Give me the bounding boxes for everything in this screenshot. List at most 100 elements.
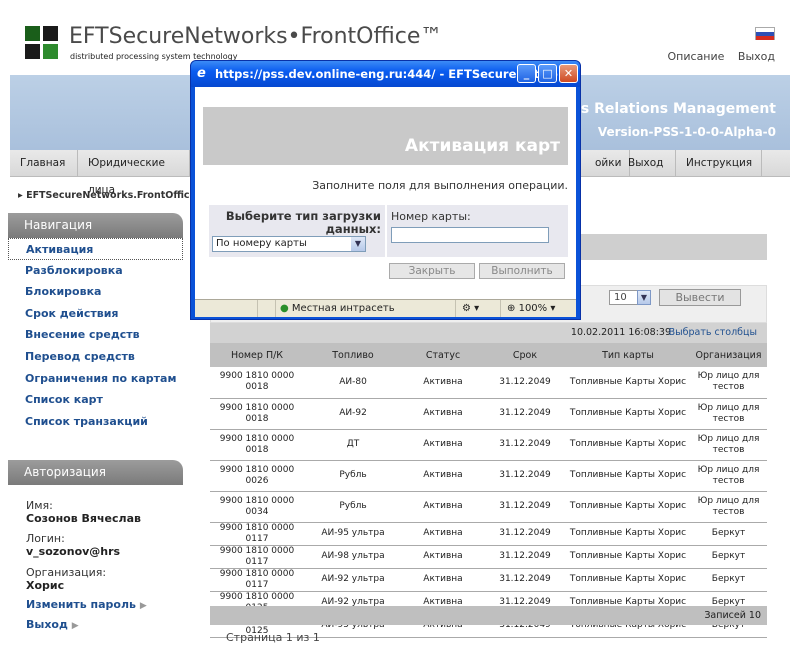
col-status[interactable]: Статус bbox=[402, 343, 484, 367]
sidebar-item-transfer[interactable]: Перевод средств bbox=[8, 346, 183, 368]
cell-expiry: 31.12.2049 bbox=[484, 522, 566, 546]
cell-card-type: Топливные Карты Хорис bbox=[566, 545, 690, 569]
table-info-bar: 10.02.2011 16:08:39 Выбрать столбцы bbox=[210, 323, 767, 343]
org-value: Хорис bbox=[26, 579, 65, 592]
cell-organization: Юр лицо для тестов bbox=[690, 398, 767, 430]
cell-status: Активна bbox=[402, 545, 484, 569]
table-row[interactable]: 9900 1810 0000 0026 Рубль Активна 31.12.204… bbox=[210, 460, 767, 492]
arrow-right-icon: ▶ bbox=[139, 601, 147, 611]
popup-header-panel: Активация карт bbox=[203, 107, 568, 165]
cell-fuel: АИ-92 ультра bbox=[304, 568, 402, 592]
choose-columns-link[interactable]: Выбрать столбцы bbox=[669, 327, 757, 338]
sidebar-item-deposit[interactable]: Внесение средств bbox=[8, 324, 183, 346]
col-card-type[interactable]: Тип карты bbox=[566, 343, 690, 367]
cards-table: Номер П/К Топливо Статус Срок Тип карты … bbox=[210, 343, 767, 638]
breadcrumb[interactable]: ▸ EFTSecureNetworks.FrontOffice bbox=[18, 190, 196, 201]
cell-status: Активна bbox=[402, 491, 484, 523]
sidebar-item-card-limits[interactable]: Ограничения по картам bbox=[8, 368, 183, 390]
sidebar-nav-title: Навигация bbox=[8, 213, 183, 238]
sidebar-item-block[interactable]: Блокировка bbox=[8, 281, 183, 303]
nav-instructions[interactable]: Инструкция bbox=[676, 150, 762, 177]
load-type-select[interactable]: По номеру карты ▼ bbox=[212, 236, 366, 252]
cell-organization: Юр лицо для тестов bbox=[690, 429, 767, 461]
minimize-button[interactable]: _ bbox=[517, 64, 536, 83]
table-row[interactable]: 9900 1810 0000 0034 Рубль Активна 31.12.204… bbox=[210, 491, 767, 523]
nav-home[interactable]: Главная bbox=[10, 150, 78, 177]
app-title: EFTSecureNetworks•FrontOffice™ bbox=[69, 24, 443, 49]
close-window-button[interactable]: ✕ bbox=[559, 64, 578, 83]
popup-body: Активация карт Заполните поля для выполн… bbox=[195, 87, 576, 299]
popup-window: e https://pss.dev.online-eng.ru:444/ - E… bbox=[190, 60, 581, 320]
sidebar-item-unblock[interactable]: Разблокировка bbox=[8, 260, 183, 282]
show-button[interactable]: Вывести bbox=[659, 289, 741, 306]
popup-titlebar[interactable]: e https://pss.dev.online-eng.ru:444/ - E… bbox=[191, 61, 580, 87]
card-number-input[interactable] bbox=[391, 227, 549, 243]
sidebar-item-card-list[interactable]: Список карт bbox=[8, 389, 183, 411]
table-row[interactable]: 9900 1810 0000 0018 ДТ Активна 31.12.2049 То… bbox=[210, 429, 767, 461]
zoom-icon: ⊕ bbox=[507, 303, 516, 314]
col-fuel[interactable]: Топливо bbox=[304, 343, 402, 367]
table-row[interactable]: 9900 1810 0000 0117 АИ-92 ультра Активна 31… bbox=[210, 568, 767, 592]
popup-hint: Заполните поля для выполнения операции. bbox=[312, 179, 568, 192]
nav-logout[interactable]: Выход bbox=[618, 150, 676, 177]
cell-card-number: 9900 1810 0000 0018 bbox=[210, 398, 304, 430]
header-logout-link[interactable]: Выход bbox=[738, 50, 775, 63]
table-row[interactable]: 9900 1810 0000 0117 АИ-98 ультра Активна 31… bbox=[210, 545, 767, 569]
cell-card-type: Топливные Карты Хорис bbox=[566, 568, 690, 592]
col-card-number[interactable]: Номер П/К bbox=[210, 343, 304, 367]
cell-expiry: 31.12.2049 bbox=[484, 398, 566, 430]
change-password-link[interactable]: Изменить пароль ▶ bbox=[26, 598, 147, 611]
table-row[interactable]: 9900 1810 0000 0018 АИ-92 Активна 31.12.204… bbox=[210, 398, 767, 430]
sidebar-item-transactions[interactable]: Список транзакций bbox=[8, 411, 183, 433]
chevron-down-icon[interactable]: ▼ bbox=[637, 290, 651, 305]
table-row[interactable]: 9900 1810 0000 0018 АИ-80 Активна 31.12.204… bbox=[210, 367, 767, 399]
logout-link[interactable]: Выход ▶ bbox=[26, 618, 79, 631]
maximize-button[interactable]: □ bbox=[538, 64, 557, 83]
russian-flag-icon[interactable] bbox=[755, 27, 775, 40]
cell-organization: Юр лицо для тестов bbox=[690, 460, 767, 492]
logout-label: Выход bbox=[26, 618, 68, 631]
cell-organization: Юр лицо для тестов bbox=[690, 367, 767, 399]
cell-fuel: АИ-98 ультра bbox=[304, 545, 402, 569]
cell-card-number: 9900 1810 0000 0026 bbox=[210, 460, 304, 492]
cell-card-number: 9900 1810 0000 0117 bbox=[210, 568, 304, 592]
sidebar-item-activation[interactable]: Активация bbox=[8, 238, 183, 260]
ie-icon: e bbox=[197, 66, 206, 81]
zoom-control[interactable]: ⊕ 100% ▾ bbox=[500, 300, 576, 317]
cell-fuel: ДТ bbox=[304, 429, 402, 461]
name-value: Созонов Вячеслав bbox=[26, 512, 141, 525]
cell-fuel: АИ-80 bbox=[304, 367, 402, 399]
cell-expiry: 31.12.2049 bbox=[484, 568, 566, 592]
cell-organization: Беркут bbox=[690, 545, 767, 569]
sidebar-item-expiry[interactable]: Срок действия bbox=[8, 303, 183, 325]
cell-card-number: 9900 1810 0000 0018 bbox=[210, 367, 304, 399]
pager: Страница 1 из 1 bbox=[226, 631, 320, 644]
nav-legal-entities[interactable]: Юридические лица bbox=[78, 150, 190, 196]
cell-organization: Юр лицо для тестов bbox=[690, 491, 767, 523]
login-value: v_sozonov@hrs bbox=[26, 545, 121, 558]
execute-button[interactable]: Выполнить bbox=[479, 263, 565, 279]
load-type-label: Выберите тип загрузки данных: bbox=[225, 209, 381, 236]
cell-status: Активна bbox=[402, 367, 484, 399]
cell-card-number: 9900 1810 0000 0018 bbox=[210, 429, 304, 461]
cell-card-number: 9900 1810 0000 0034 bbox=[210, 491, 304, 523]
app-logo-icon bbox=[25, 26, 59, 60]
arrow-right-icon: ▶ bbox=[71, 621, 79, 631]
description-link[interactable]: Описание bbox=[668, 50, 725, 63]
sidebar-navigation: Навигация Активация Разблокировка Блокир… bbox=[8, 213, 183, 432]
zone-cell: ● Местная интрасеть bbox=[275, 300, 455, 317]
records-count: Записей 10 bbox=[704, 610, 761, 621]
security-icon[interactable]: ⚙ ▾ bbox=[455, 300, 500, 317]
popup-close-button[interactable]: Закрыть bbox=[389, 263, 475, 279]
name-label: Имя: bbox=[26, 499, 53, 512]
org-label: Организация: bbox=[26, 566, 107, 579]
chevron-down-icon[interactable]: ▼ bbox=[351, 237, 365, 251]
col-expiry[interactable]: Срок bbox=[484, 343, 566, 367]
table-header-row: Номер П/К Топливо Статус Срок Тип карты … bbox=[210, 343, 767, 367]
col-organization[interactable]: Организация bbox=[690, 343, 767, 367]
table-row[interactable]: 9900 1810 0000 0117 АИ-95 ультра Активна 31… bbox=[210, 522, 767, 546]
table-date: 10.02.2011 16:08:39 bbox=[570, 327, 671, 338]
cell-fuel: Рубль bbox=[304, 460, 402, 492]
popup-statusbar: ● Местная интрасеть ⚙ ▾ ⊕ 100% ▾ bbox=[195, 299, 576, 317]
cell-card-type: Топливные Карты Хорис bbox=[566, 398, 690, 430]
